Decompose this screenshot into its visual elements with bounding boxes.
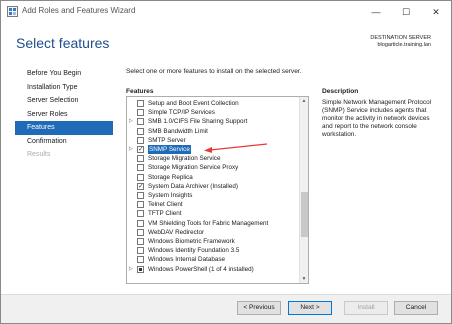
instruction-text: Select one or more features to install o… [126, 68, 302, 75]
expand-arrow-icon[interactable]: ▷ [129, 265, 135, 274]
feature-label[interactable]: WebDAV Redirector [148, 228, 204, 237]
nav-item-server-selection[interactable]: Server Selection [15, 94, 113, 108]
feature-label[interactable]: Setup and Boot Event Collection [148, 99, 239, 108]
destination-server-label: DESTINATION SERVER [370, 35, 431, 41]
feature-label[interactable]: Storage Replica [148, 173, 193, 182]
feature-checkbox[interactable] [137, 256, 144, 264]
feature-checkbox[interactable] [137, 265, 144, 273]
feature-row[interactable]: Storage Replica [127, 173, 299, 182]
feature-checkbox[interactable] [137, 219, 144, 227]
minimize-button[interactable]: — [361, 1, 391, 23]
feature-label[interactable]: Windows Internal Database [148, 255, 225, 264]
feature-checkbox[interactable] [137, 192, 144, 199]
feature-label[interactable]: SNMP Service [148, 145, 191, 154]
feature-row[interactable]: ▷ SMB 1.0/CIFS File Sharing Support [127, 117, 299, 126]
feature-row[interactable]: Storage Migration Service Proxy [127, 163, 299, 172]
feature-row[interactable]: ▷ Windows PowerShell (1 of 4 installed) [127, 265, 299, 274]
close-icon: ✕ [432, 6, 440, 17]
feature-checkbox[interactable] [137, 238, 144, 245]
feature-row[interactable]: Telnet Client [127, 200, 299, 209]
feature-label[interactable]: Windows PowerShell (1 of 4 installed) [148, 265, 254, 274]
install-button: Install [344, 301, 388, 315]
expand-arrow-icon[interactable]: ▷ [129, 145, 135, 154]
feature-label[interactable]: Storage Migration Service Proxy [148, 163, 238, 172]
description-heading: Description [322, 88, 359, 95]
feature-row[interactable]: VM Shielding Tools for Fabric Management [127, 219, 299, 228]
page-title: Select features [16, 35, 110, 51]
nav-item-before-you-begin[interactable]: Before You Begin [15, 67, 113, 81]
feature-label[interactable]: TFTP Client [148, 209, 181, 218]
feature-label[interactable]: System Data Archiver (Installed) [148, 182, 238, 191]
nav-item-server-roles[interactable]: Server Roles [15, 108, 113, 122]
wizard-nav: Before You Begin Installation Type Serve… [15, 67, 113, 162]
feature-row[interactable]: Storage Migration Service [127, 154, 299, 163]
feature-label[interactable]: SMB Bandwidth Limit [148, 127, 208, 136]
feature-row[interactable]: System Data Archiver (Installed) [127, 182, 299, 191]
cancel-button[interactable]: Cancel [394, 301, 438, 315]
description-text: Simple Network Management Protocol (SNMP… [322, 99, 432, 138]
nav-item-confirmation[interactable]: Confirmation [15, 135, 113, 149]
feature-row[interactable]: TFTP Client [127, 209, 299, 218]
feature-checkbox[interactable] [137, 100, 144, 107]
feature-row[interactable]: Simple TCP/IP Services [127, 108, 299, 117]
previous-button[interactable]: < Previous [237, 301, 281, 315]
scroll-thumb[interactable] [301, 192, 308, 237]
scroll-down-icon[interactable]: ▼ [300, 275, 308, 283]
feature-label[interactable]: Simple TCP/IP Services [148, 108, 215, 117]
close-button[interactable]: ✕ [421, 1, 451, 23]
wizard-window: Add Roles and Features Wizard — ☐ ✕ Sele… [0, 0, 452, 324]
feature-checkbox[interactable] [137, 127, 144, 135]
feature-checkbox[interactable] [137, 173, 144, 181]
nav-item-results: Results [27, 151, 51, 158]
window-title: Add Roles and Features Wizard [22, 6, 136, 15]
feature-label[interactable]: Windows Identity Foundation 3.5 [148, 246, 239, 255]
feature-checkbox[interactable] [137, 201, 144, 209]
feature-row[interactable]: Windows Biometric Framework [127, 237, 299, 246]
feature-row[interactable]: Windows Internal Database [127, 255, 299, 264]
feature-label[interactable]: SMTP Server [148, 136, 186, 145]
server-manager-icon [7, 6, 18, 17]
nav-item-features[interactable]: Features [15, 121, 113, 135]
nav-item-installation-type[interactable]: Installation Type [15, 81, 113, 95]
next-button[interactable]: Next > [288, 301, 332, 315]
feature-label[interactable]: Telnet Client [148, 200, 183, 209]
features-tree[interactable]: ▷ Windows PowerShell (1 of 4 installed) Wi… [126, 96, 309, 284]
expand-arrow-icon[interactable]: ▷ [129, 117, 135, 126]
feature-row[interactable]: WebDAV Redirector [127, 228, 299, 237]
feature-label[interactable]: Storage Migration Service [148, 154, 220, 163]
features-heading: Features [126, 88, 154, 95]
title-bar[interactable]: Add Roles and Features Wizard — ☐ ✕ [1, 1, 451, 23]
minimize-icon: — [371, 7, 381, 17]
feature-label[interactable]: Windows Biometric Framework [148, 237, 235, 246]
feature-label[interactable]: SMB 1.0/CIFS File Sharing Support [148, 117, 247, 126]
feature-checkbox[interactable] [137, 247, 144, 255]
feature-checkbox[interactable] [137, 210, 144, 218]
feature-checkbox[interactable] [137, 182, 144, 191]
maximize-button[interactable]: ☐ [391, 1, 421, 23]
feature-checkbox[interactable] [137, 228, 144, 236]
feature-checkbox[interactable] [137, 109, 144, 117]
destination-server-name: blogarticle.training.lan [377, 42, 431, 48]
feature-checkbox[interactable] [137, 155, 144, 163]
feature-row[interactable]: System Insights [127, 191, 299, 200]
feature-row[interactable]: SMB Bandwidth Limit [127, 127, 299, 136]
feature-row[interactable]: Setup and Boot Event Collection [127, 99, 299, 108]
feature-row[interactable]: Windows Identity Foundation 3.5 [127, 246, 299, 255]
maximize-icon: ☐ [401, 6, 411, 17]
feature-label[interactable]: VM Shielding Tools for Fabric Management [148, 219, 268, 228]
feature-row[interactable]: SMTP Server [127, 136, 299, 145]
feature-label[interactable]: System Insights [148, 191, 192, 200]
feature-checkbox[interactable] [137, 136, 144, 144]
feature-checkbox[interactable] [137, 164, 144, 172]
features-scrollbar[interactable]: ▲ ▼ [299, 97, 308, 283]
feature-row[interactable]: ▷ SNMP Service [127, 145, 299, 154]
scroll-up-icon[interactable]: ▲ [300, 97, 308, 105]
feature-checkbox[interactable] [137, 118, 144, 126]
feature-checkbox[interactable] [137, 145, 144, 154]
